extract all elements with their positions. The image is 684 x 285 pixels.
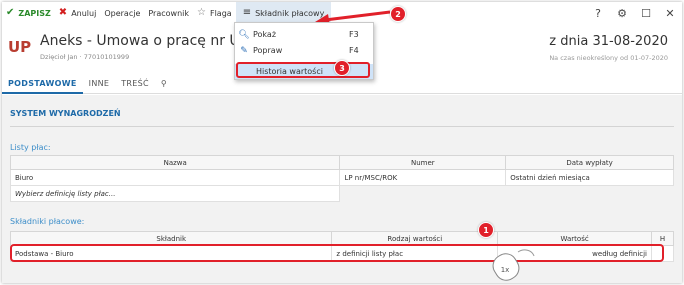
annotation-badge-2: 2 <box>390 6 406 22</box>
menu-item-show[interactable]: 🔍︎ Pokaż F3 <box>235 27 373 42</box>
mouse-click-icon: 1x <box>492 249 535 281</box>
click-count-label: 1x <box>501 266 510 274</box>
menu-item-label: Pokaż <box>253 30 277 39</box>
shortcut-label: F3 <box>349 30 359 39</box>
shortcut-label: F4 <box>349 46 359 55</box>
annotation-badge-1: 1 <box>478 222 494 238</box>
pencil-icon: ✎ <box>240 45 248 56</box>
menu-item-label: Popraw <box>253 46 283 55</box>
search-icon: 🔍︎ <box>238 29 250 40</box>
annotation-badge-3: 3 <box>334 60 350 76</box>
highlight-box-menu <box>236 62 370 78</box>
menu-item-edit[interactable]: ✎ Popraw F4 <box>235 43 373 58</box>
